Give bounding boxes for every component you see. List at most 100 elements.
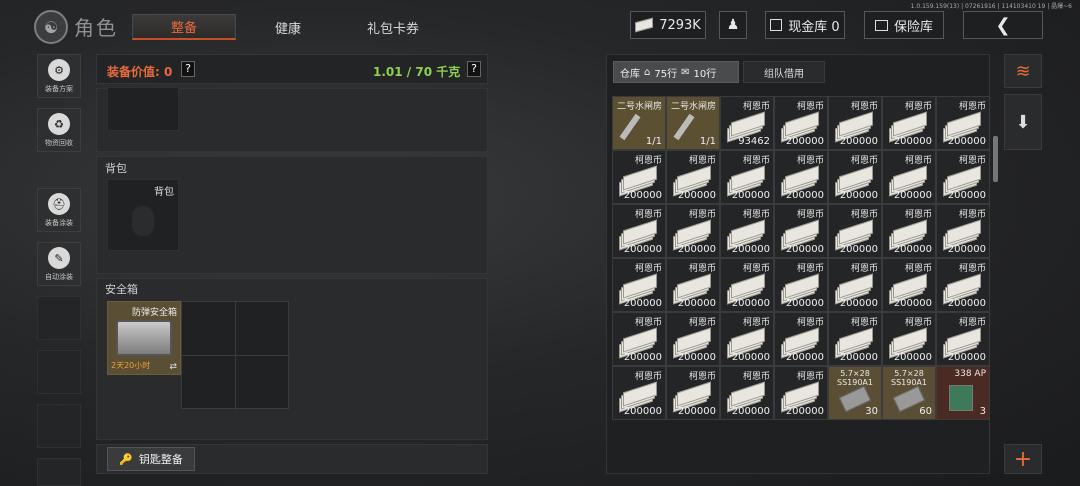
- safebox-item[interactable]: 防弹安全箱 2天20小时 ⇄: [107, 301, 181, 375]
- item-count: 200000: [785, 244, 824, 255]
- vault-icon: [874, 19, 888, 31]
- storage-item[interactable]: 柯恩币 200000: [936, 204, 990, 258]
- cash-icon: [770, 19, 783, 31]
- plus-icon: +: [1013, 446, 1033, 472]
- storage-item[interactable]: 柯恩币 200000: [774, 312, 828, 366]
- safe-vault-label: 保险库: [893, 19, 933, 35]
- storage-item[interactable]: 二号水闸房 1/1: [666, 96, 720, 150]
- item-count: 200000: [731, 352, 770, 363]
- storage-item[interactable]: 柯恩币 200000: [612, 312, 666, 366]
- storage-item[interactable]: 5.7×28 SS190A1 30: [828, 366, 882, 420]
- item-count: 200000: [785, 406, 824, 417]
- ammo-can-icon: [949, 385, 973, 411]
- storage-item[interactable]: 柯恩币 200000: [774, 96, 828, 150]
- storage-item[interactable]: 338 AP 3: [936, 366, 990, 420]
- storage-item[interactable]: 二号水闸房 1/1: [612, 96, 666, 150]
- safebox-item-name: 防弹安全箱: [131, 308, 177, 318]
- storage-item[interactable]: 柯恩币 200000: [882, 204, 936, 258]
- storage-item[interactable]: 柯恩币 200000: [666, 312, 720, 366]
- tab-warehouse[interactable]: 仓库 ⌂ 75行 ✉ 10行: [613, 61, 739, 83]
- currency-display[interactable]: 7293K: [630, 11, 706, 39]
- item-name: 二号水闸房: [670, 102, 716, 112]
- storage-item[interactable]: 柯恩币 200000: [666, 366, 720, 420]
- backpack-title: 背包: [105, 162, 127, 175]
- storage-item[interactable]: 柯恩币 200000: [882, 258, 936, 312]
- item-count: 200000: [677, 298, 716, 309]
- storage-item[interactable]: 5.7×28 SS190A1 60: [882, 366, 936, 420]
- storage-item[interactable]: 柯恩币 200000: [774, 258, 828, 312]
- storage-item[interactable]: 柯恩币 200000: [882, 96, 936, 150]
- item-name: 柯恩币: [796, 102, 824, 112]
- storage-item[interactable]: 柯恩币 200000: [828, 258, 882, 312]
- key-icon: 🔑: [119, 452, 133, 466]
- storage-item[interactable]: 柯恩币 200000: [936, 258, 990, 312]
- sidebar-item-gear-plan[interactable]: ⚙ 装备方案: [37, 54, 81, 98]
- storage-item[interactable]: 柯恩币 200000: [936, 150, 990, 204]
- storage-item[interactable]: 柯恩币 200000: [666, 150, 720, 204]
- storage-item[interactable]: 柯恩币 200000: [666, 204, 720, 258]
- storage-item[interactable]: 柯恩币 200000: [936, 96, 990, 150]
- item-count: 200000: [623, 406, 662, 417]
- item-name: 柯恩币: [742, 210, 770, 220]
- deposit-button[interactable]: ⬇: [1004, 94, 1042, 150]
- storage-item[interactable]: 柯恩币 200000: [720, 204, 774, 258]
- backpack-slot[interactable]: 背包: [107, 179, 179, 251]
- storage-item[interactable]: 柯恩币 200000: [720, 258, 774, 312]
- storage-item[interactable]: 柯恩币 200000: [828, 312, 882, 366]
- item-name: 柯恩币: [850, 264, 878, 274]
- item-name: 柯恩币: [634, 264, 662, 274]
- sidebar-label: 装备方案: [45, 85, 73, 93]
- storage-item[interactable]: 柯恩币 200000: [612, 150, 666, 204]
- sort-button[interactable]: ≋: [1004, 54, 1042, 88]
- item-count: 200000: [785, 190, 824, 201]
- equipment-slot[interactable]: [107, 87, 179, 131]
- helmet-paint-icon: ⛑: [48, 193, 70, 215]
- item-count: 200000: [839, 298, 878, 309]
- storage-item[interactable]: 柯恩币 200000: [828, 96, 882, 150]
- item-count: 200000: [731, 406, 770, 417]
- storage-item[interactable]: 柯恩币 200000: [774, 366, 828, 420]
- storage-item[interactable]: 柯恩币 200000: [612, 366, 666, 420]
- storage-item[interactable]: 柯恩币 200000: [828, 150, 882, 204]
- item-name: 柯恩币: [634, 372, 662, 382]
- storage-item[interactable]: 柯恩币 200000: [720, 150, 774, 204]
- safebox-panel: 安全箱 防弹安全箱 2天20小时 ⇄: [96, 278, 488, 440]
- item-count: 200000: [677, 406, 716, 417]
- storage-scrollbar[interactable]: [993, 136, 998, 182]
- storage-item[interactable]: 柯恩币 200000: [774, 204, 828, 258]
- cash-vault-button[interactable]: 现金库 0: [765, 11, 845, 39]
- bag-icon: ✉: [681, 66, 690, 78]
- tab-health[interactable]: 健康: [250, 14, 326, 40]
- storage-item[interactable]: 柯恩币 200000: [720, 312, 774, 366]
- storage-item[interactable]: 柯恩币 200000: [774, 150, 828, 204]
- key-item-icon: [619, 113, 641, 141]
- item-name: 338 AP: [954, 369, 986, 379]
- item-count: 200000: [893, 136, 932, 147]
- safe-vault-button[interactable]: 保险库: [864, 11, 944, 39]
- help-icon[interactable]: ?: [467, 61, 481, 77]
- trader-button[interactable]: ♟: [719, 11, 747, 39]
- tab-gift-cards[interactable]: 礼包卡券: [350, 14, 436, 40]
- storage-item[interactable]: 柯恩币 200000: [612, 258, 666, 312]
- add-button[interactable]: +: [1004, 444, 1042, 474]
- storage-item[interactable]: 柯恩币 200000: [720, 366, 774, 420]
- tab-team-borrow[interactable]: 组队借用: [743, 61, 825, 83]
- storage-item[interactable]: 柯恩币 93462: [720, 96, 774, 150]
- tab-equipment[interactable]: 整备: [132, 14, 236, 40]
- storage-item[interactable]: 柯恩币 200000: [612, 204, 666, 258]
- item-name: 柯恩币: [742, 318, 770, 328]
- sidebar-item-auto-paint[interactable]: ✎ 自动涂装: [37, 242, 81, 286]
- sidebar-item-gear-paint[interactable]: ⛑ 装备涂装: [37, 188, 81, 232]
- back-button[interactable]: ❮: [963, 11, 1043, 39]
- key-bar: 🔑 钥匙整备: [96, 444, 488, 474]
- storage-item[interactable]: 柯恩币 200000: [936, 312, 990, 366]
- sidebar-item-recycle[interactable]: ♻ 物资回收: [37, 108, 81, 152]
- storage-item[interactable]: 柯恩币 200000: [882, 312, 936, 366]
- equipment-value-bar: 装备价值: 0 ? 1.01 / 70 千克 ?: [96, 54, 488, 84]
- sidebar-empty-slot: [37, 350, 81, 394]
- storage-item[interactable]: 柯恩币 200000: [828, 204, 882, 258]
- help-icon[interactable]: ?: [181, 61, 195, 77]
- key-prep-button[interactable]: 🔑 钥匙整备: [107, 447, 195, 471]
- storage-item[interactable]: 柯恩币 200000: [666, 258, 720, 312]
- storage-item[interactable]: 柯恩币 200000: [882, 150, 936, 204]
